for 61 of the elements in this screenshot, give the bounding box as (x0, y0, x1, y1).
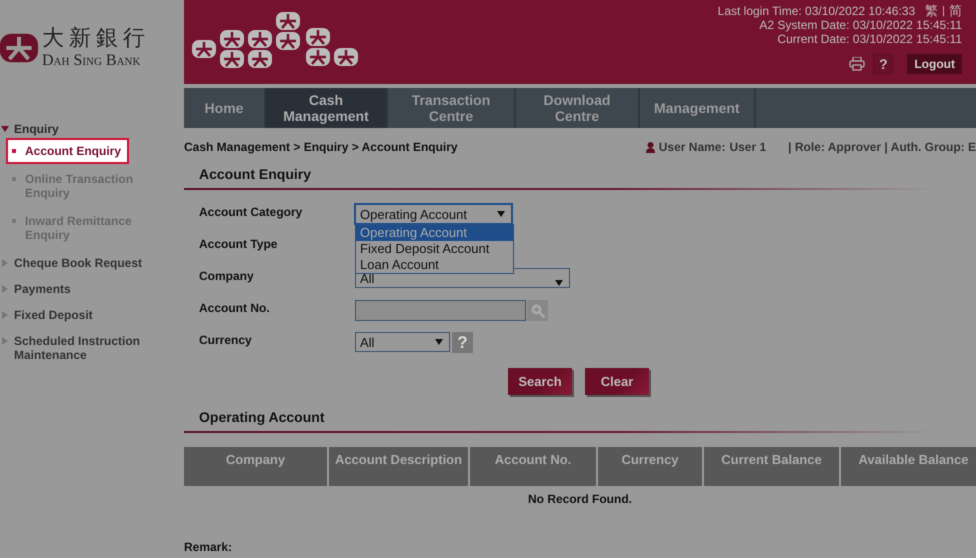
breadcrumb: Cash Management > Enquiry > Account Enquiry (184, 140, 458, 154)
sidebar-item[interactable]: Scheduled Instruction Maintenance (14, 334, 184, 362)
collapsed-arrow-icon[interactable] (1, 285, 9, 293)
column-header: Current Balance (704, 447, 839, 486)
empty-message: No Record Found. (528, 492, 632, 506)
column-header: Available Balance (841, 447, 976, 486)
language-link[interactable]: 繁 (925, 4, 938, 18)
expanded-arrow-icon[interactable] (1, 125, 9, 133)
input-field[interactable] (355, 300, 526, 321)
select-field[interactable]: Operating Account (355, 204, 512, 224)
user-label: User Name: (658, 140, 726, 154)
user-name: User 1 (729, 140, 766, 154)
nav-tab[interactable]: Download Centre (516, 88, 640, 128)
caret-icon (497, 211, 505, 217)
sidebar-item[interactable]: Payments (14, 282, 71, 296)
column-header: Account No. (470, 447, 596, 486)
sidebar-item[interactable]: Fixed Deposit (14, 308, 93, 322)
column-header: Account Description (329, 447, 468, 486)
sidebar-item[interactable]: Enquiry (14, 122, 59, 136)
field-label: Currency (199, 332, 253, 347)
help-button[interactable]: ? (452, 332, 473, 353)
select-field[interactable]: All (355, 332, 450, 352)
logout-button[interactable]: Logout (907, 54, 962, 74)
logo-text: 大新銀行 (42, 26, 150, 52)
sidebar-item[interactable]: Cheque Book Request (14, 256, 142, 270)
bullet-icon (12, 177, 16, 181)
bullet-icon (12, 149, 16, 153)
collapsed-arrow-icon[interactable] (1, 259, 9, 267)
section-title: Operating Account (198, 409, 326, 425)
field-label: Company (199, 268, 255, 283)
info-text: Current Date: 03/10/2022 15:45:11 (777, 32, 962, 46)
search-button[interactable] (527, 300, 548, 321)
sidebar-subitem[interactable]: Account Enquiry (8, 140, 128, 162)
info-text: Last login Time: 03/10/2022 10:46:33 (718, 4, 916, 18)
caret-icon (555, 280, 563, 286)
bullet-icon (12, 219, 16, 223)
info-text: A2 System Date: 03/10/2022 15:45:11 (759, 18, 962, 32)
nav-tab[interactable]: Transaction Centre (388, 88, 516, 128)
language-separator: | (942, 4, 945, 18)
field-label: Account No. (199, 300, 271, 315)
caret-icon (435, 339, 443, 345)
column-header: Currency (598, 447, 702, 486)
clear-button[interactable]: Clear (585, 368, 649, 395)
print-icon[interactable] (849, 57, 866, 71)
section-title: Account Enquiry (198, 166, 312, 182)
field-label: Account Type (199, 236, 278, 251)
role-text: | Role: Approver | Auth. Group: E (788, 140, 976, 154)
dropdown-option[interactable]: Operating Account (356, 225, 513, 241)
help-button[interactable]: ? (873, 54, 894, 74)
collapsed-arrow-icon[interactable] (1, 311, 9, 319)
logo-text: Dah Sing Bank (42, 52, 142, 70)
remark-label: Remark: (184, 540, 234, 554)
column-header: Company (184, 447, 327, 486)
search-button[interactable]: Search (508, 368, 572, 395)
collapsed-arrow-icon[interactable] (1, 337, 9, 345)
nav-tab[interactable]: Cash Management (266, 88, 388, 128)
field-label: Account Category (199, 204, 304, 219)
language-link[interactable]: 简 (949, 4, 962, 18)
user-icon (646, 142, 655, 152)
nav-tab[interactable]: Management (640, 88, 756, 128)
dropdown-option[interactable]: Fixed Deposit Account (356, 241, 513, 257)
